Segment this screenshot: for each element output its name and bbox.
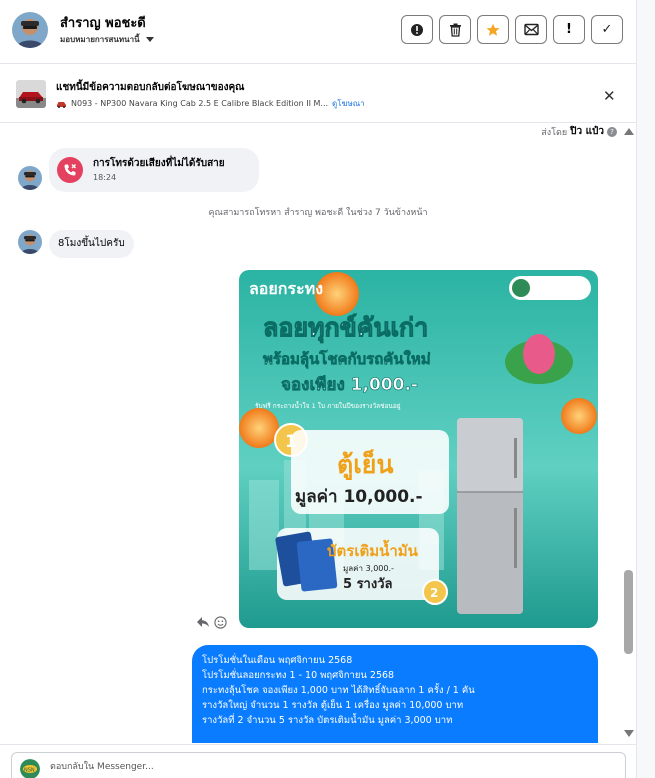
promo-brand: ลอยกระทง bbox=[249, 279, 323, 298]
delete-button[interactable] bbox=[439, 15, 471, 44]
missed-call-bubble[interactable]: การโทรด้วยเสียงที่ไม่ได้รับสาย 18:24 bbox=[49, 148, 259, 192]
action-toolbar: ! ✓ bbox=[401, 15, 623, 44]
sent-by-line: ส่งโดย ปิว แป๋ว ? bbox=[541, 124, 617, 139]
star-button[interactable] bbox=[477, 15, 509, 44]
scroll-thumb[interactable] bbox=[624, 570, 633, 654]
promo-headline-3: จองเพียง 1,000.- bbox=[281, 374, 418, 395]
reply-line: รางวัลที่ 2 จำนวน 5 รางวัล บัตรเติมน้ำมั… bbox=[202, 715, 453, 726]
page-logo-icon: NSN bbox=[20, 759, 40, 778]
emoji-reaction-icon[interactable] bbox=[214, 616, 227, 629]
reply-composer[interactable]: NSN bbox=[11, 752, 626, 778]
customer-avatar[interactable] bbox=[18, 166, 42, 190]
svg-text:2: 2 bbox=[430, 586, 438, 600]
assign-label: มอบหมายการสนทนานี้ bbox=[60, 35, 140, 44]
prize1-label: ตู้เย็น bbox=[337, 449, 394, 481]
help-icon[interactable]: ? bbox=[607, 126, 617, 137]
ad-notice-subtitle: N093 - NP300 Navara King Cab 2.5 E Calib… bbox=[56, 97, 365, 110]
conversation-header: สำราญ พอชะดี มอบหมายการสนทนานี้ ! ✓ bbox=[0, 0, 636, 64]
page-reply-message[interactable]: โปรโมชั่นในเดือน พฤศจิกายน 2568 โปรโมชั่… bbox=[192, 645, 598, 743]
scroll-up-icon[interactable] bbox=[624, 128, 634, 135]
star-icon bbox=[486, 23, 500, 36]
contact-avatar[interactable] bbox=[12, 12, 48, 48]
promo-headline-1: ลอยทุกข์คันเก่า bbox=[263, 313, 428, 344]
prize1-value: มูลค่า 10,000.- bbox=[295, 487, 423, 508]
car-icon bbox=[57, 101, 66, 108]
message-actions bbox=[196, 616, 227, 629]
ad-reply-notice: แชทนี้มีข้อความตอบกลับต่อโฆษณาของคุณ N09… bbox=[0, 65, 636, 123]
checkmark-icon: ✓ bbox=[601, 22, 613, 37]
reply-line: โปรโมชั่นในเดือน พฤศจิกายน 2568 bbox=[202, 655, 353, 666]
sent-by-prefix: ส่งโดย bbox=[541, 127, 568, 138]
prize2-label: บัตรเติมน้ำมัน bbox=[327, 539, 419, 560]
missed-call-icon bbox=[57, 157, 83, 183]
reply-line: รางวัลใหญ่ จำนวน 1 รางวัล ตู้เย็น 1 เครื… bbox=[202, 700, 464, 711]
scroll-down-icon[interactable] bbox=[624, 730, 634, 737]
close-notice-icon[interactable]: ✕ bbox=[603, 87, 616, 105]
reply-input[interactable] bbox=[50, 757, 610, 777]
customer-message[interactable]: 8โมงขึ้นไปครับ bbox=[49, 230, 134, 258]
callback-info: คุณสามารถโทรหา สำราญ พอชะดี ในช่วง 7 วัน… bbox=[208, 208, 428, 218]
missed-call-title: การโทรด้วยเสียงที่ไม่ได้รับสาย bbox=[93, 158, 225, 169]
contact-name[interactable]: สำราญ พอชะดี bbox=[60, 12, 146, 33]
sender-name: ปิว แป๋ว bbox=[570, 126, 604, 137]
ad-name: N093 - NP300 Navara King Cab 2.5 E Calib… bbox=[71, 99, 329, 108]
reply-line: กระทงลุ้นโชค จองเพียง 1,000 บาท ได้สิทธิ… bbox=[202, 685, 475, 696]
ad-thumbnail[interactable] bbox=[16, 80, 46, 108]
mark-done-button[interactable]: ✓ bbox=[591, 15, 623, 44]
customer-avatar[interactable] bbox=[18, 230, 42, 254]
prize2-count: 5 รางวัล bbox=[343, 577, 393, 592]
alert-circle-icon bbox=[411, 23, 423, 36]
mark-unread-button[interactable] bbox=[515, 15, 547, 44]
ad-notice-title: แชทนี้มีข้อความตอบกลับต่อโฆษณาของคุณ bbox=[56, 82, 245, 93]
reply-line: โปรโมชั่นลอยกระทง 1 - 10 พฤศจิกายน 2568 bbox=[202, 670, 395, 681]
envelope-icon bbox=[523, 23, 539, 36]
svg-text:NSN: NSN bbox=[24, 768, 35, 774]
trash-icon bbox=[449, 23, 461, 37]
promo-subline: รับฟรี กระถางน้ำใจ 1 ใบ ภายในปีของรางวัล… bbox=[255, 401, 401, 410]
important-button[interactable]: ! bbox=[553, 15, 585, 44]
promo-image[interactable]: ลอยกระทง ลอยทุกข์คันเก่า พร้อมลุ้นโชคกับ… bbox=[239, 270, 598, 628]
chevron-down-icon bbox=[145, 37, 154, 42]
missed-call-time: 18:24 bbox=[93, 173, 117, 182]
assign-conversation-dropdown[interactable]: มอบหมายการสนทนานี้ bbox=[60, 33, 154, 46]
promo-headline-2: พร้อมลุ้นโชคกับรถคันใหม่ bbox=[263, 349, 431, 369]
prize2-value: มูลค่า 3,000.- bbox=[343, 564, 394, 574]
exclamation-icon: ! bbox=[566, 22, 572, 37]
mark-spam-button[interactable] bbox=[401, 15, 433, 44]
reply-icon[interactable] bbox=[196, 616, 210, 628]
side-panel-edge bbox=[636, 0, 655, 778]
view-ad-link[interactable]: ดูโฆษณา bbox=[332, 97, 365, 110]
